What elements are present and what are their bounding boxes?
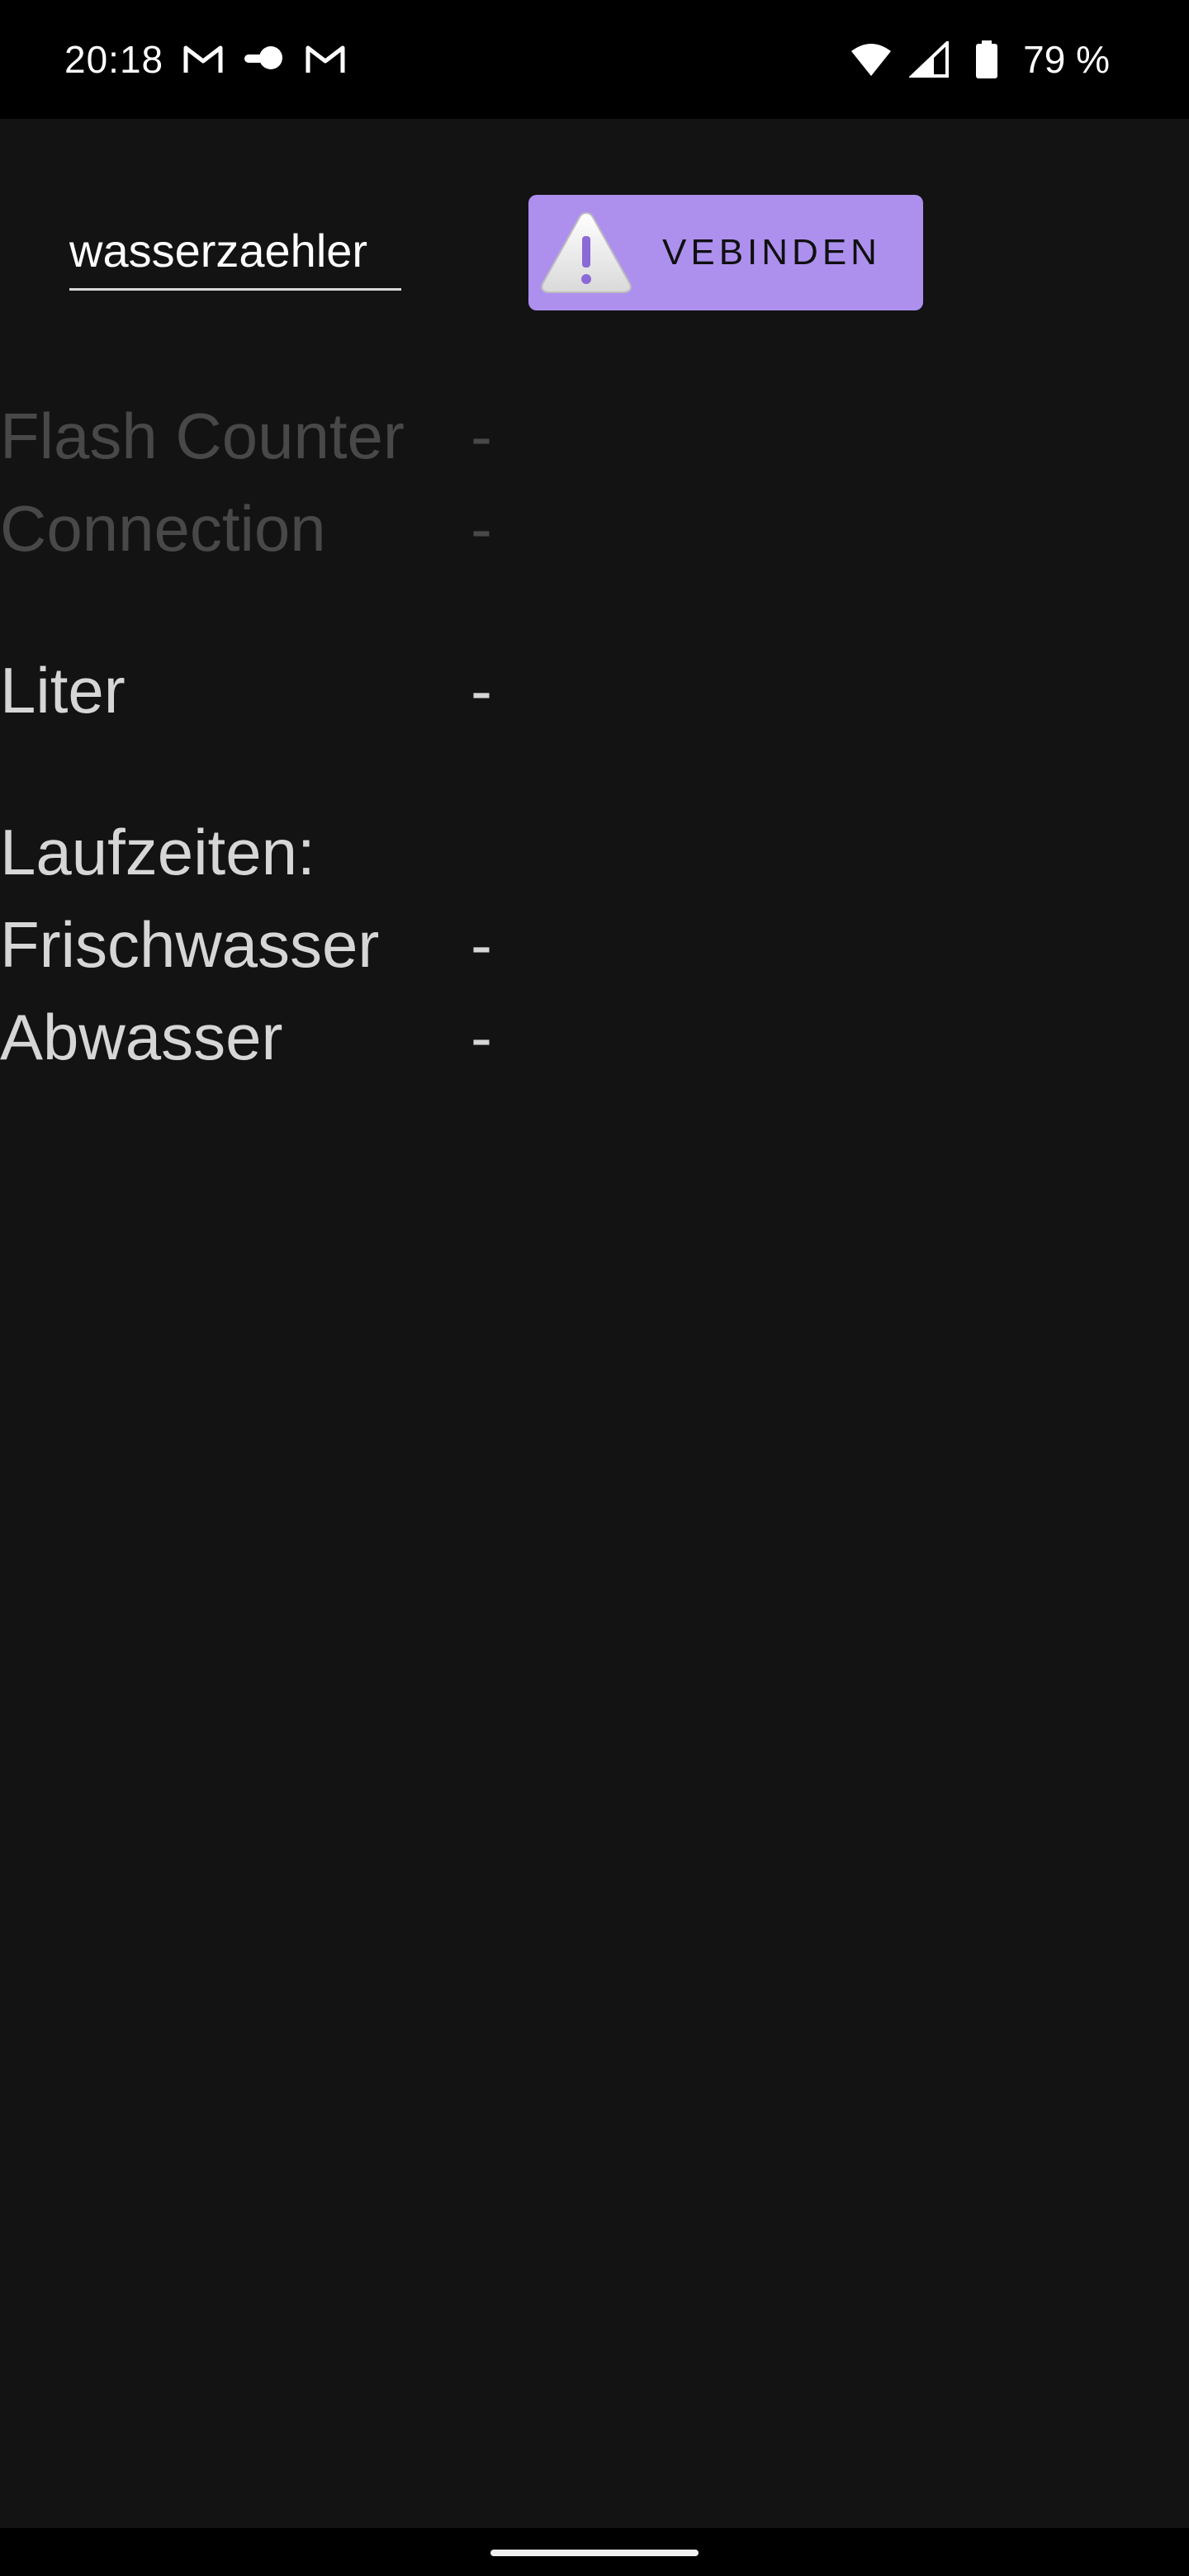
gmail-icon	[304, 38, 347, 81]
runtimes-heading-row: Laufzeiten:	[0, 811, 1189, 893]
wifi-icon	[850, 38, 893, 81]
waste-water-row: Abwasser -	[0, 996, 1189, 1078]
status-time: 20:18	[64, 38, 164, 81]
battery-icon	[965, 38, 1008, 81]
cloud-icon	[243, 38, 286, 81]
connect-button-label: VEBINDEN	[662, 232, 881, 272]
connect-button[interactable]: VEBINDEN	[528, 195, 923, 310]
connection-row: Connection -	[0, 487, 1189, 570]
fresh-water-label: Frischwasser	[0, 908, 380, 981]
flash-counter-label: Flash Counter	[0, 400, 405, 472]
runtimes-heading: Laufzeiten:	[0, 816, 315, 888]
navigation-bar	[0, 2528, 1189, 2576]
warning-icon	[537, 207, 636, 298]
gmail-icon	[182, 38, 225, 81]
battery-percentage: 79 %	[1023, 38, 1110, 81]
host-input[interactable]	[69, 211, 401, 291]
home-indicator[interactable]	[490, 2550, 699, 2556]
liter-value: -	[471, 654, 492, 727]
connection-label: Connection	[0, 492, 326, 565]
waste-water-label: Abwasser	[0, 1001, 283, 1073]
connection-value: -	[471, 492, 492, 565]
host-field[interactable]	[69, 211, 401, 291]
liter-label: Liter	[0, 654, 126, 727]
status-bar: 20:18 79 %	[0, 0, 1189, 119]
signal-icon	[907, 38, 950, 81]
liter-row: Liter -	[0, 649, 1189, 732]
status-left: 20:18	[64, 33, 347, 86]
flash-counter-value: -	[471, 400, 492, 472]
fresh-water-row: Frischwasser -	[0, 903, 1189, 986]
status-right: 79 %	[850, 33, 1110, 86]
fresh-water-value: -	[471, 908, 492, 981]
waste-water-value: -	[471, 1001, 492, 1073]
flash-counter-row: Flash Counter -	[0, 395, 1189, 477]
